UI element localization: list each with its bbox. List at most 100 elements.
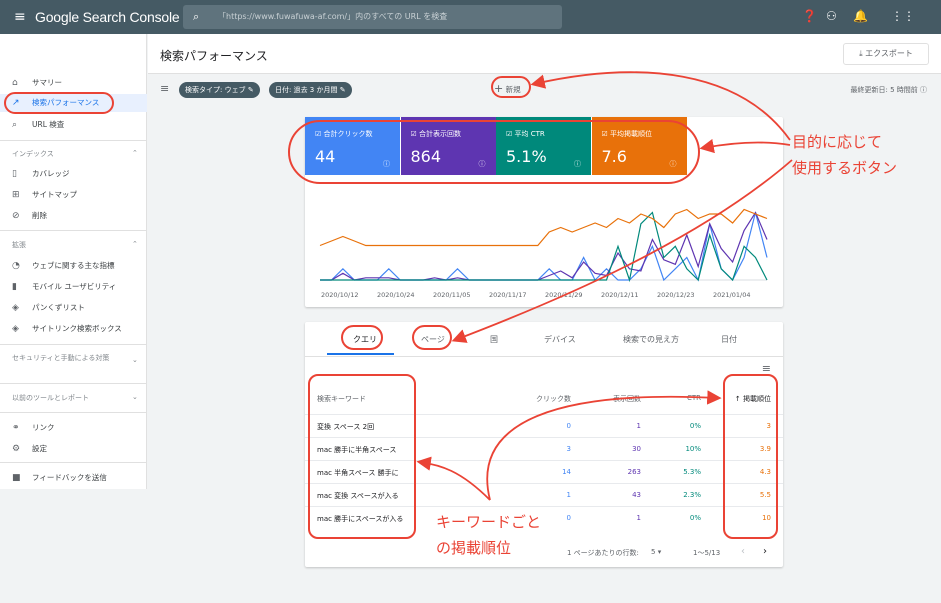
- divider: [0, 230, 147, 231]
- app-bar: ≡ Google Search Console ⌕ 「https://www.f…: [0, 0, 941, 34]
- chevron-up-icon: ⌃: [132, 240, 138, 248]
- annotation-circle-metrics: [288, 120, 700, 184]
- sidebar-item-coverage[interactable]: ▯ カバレッジ: [0, 165, 147, 183]
- sidebar-item-summary[interactable]: ⌂ サマリー: [0, 74, 147, 92]
- sidebar-item-label: カバレッジ: [32, 169, 70, 178]
- dropdown-icon: ▾: [657, 548, 662, 556]
- annotation-buttons-line1: 目的に応じて: [792, 133, 883, 151]
- section-title: セキュリティと手動による対策: [12, 354, 110, 362]
- last-updated: 最終更新日: 5 時間前 ⓘ: [851, 85, 928, 95]
- active-tab-indicator: [327, 353, 394, 355]
- chart-series-line: [320, 212, 768, 282]
- apps-icon[interactable]: ⋮⋮: [891, 9, 915, 23]
- eye-off-icon: ⊘: [12, 211, 20, 221]
- cell-clicks: 3: [566, 445, 571, 453]
- tab-device[interactable]: デバイス: [544, 334, 576, 345]
- divider: [0, 344, 147, 345]
- speed-icon: ◔: [12, 261, 20, 271]
- sidebar-item-settings[interactable]: ⚙ 設定: [0, 440, 147, 458]
- sidebar-item-label: URL 検査: [32, 120, 65, 129]
- feedback-icon: ■: [12, 473, 21, 483]
- sidebar-item-links[interactable]: ⚭ リンク: [0, 419, 147, 437]
- col-impressions[interactable]: 表示回数: [613, 394, 641, 404]
- chevron-down-icon: ⌄: [132, 393, 138, 401]
- cell-impressions: 263: [627, 468, 641, 476]
- sidebar-item-mobile[interactable]: ▮ モバイル ユーザビリティ: [0, 278, 147, 296]
- filter-icon[interactable]: ≡: [160, 82, 169, 95]
- chevron-down-icon: ⌄: [132, 356, 138, 364]
- notification-icon[interactable]: 🔔: [853, 9, 868, 23]
- date-chip[interactable]: 日付: 過去 3 か月間 ✎: [269, 82, 352, 98]
- sidebar-item-sitemap[interactable]: ⊞ サイトマップ: [0, 186, 147, 204]
- cell-ctr: 0%: [689, 422, 701, 430]
- annotation-circle-performance: [4, 92, 114, 114]
- rows-per-page-label: 1 ページあたりの行数:: [567, 549, 639, 557]
- section-title: インデックス: [12, 150, 54, 158]
- search-type-chip[interactable]: 検索タイプ: ウェブ ✎: [179, 82, 260, 98]
- cell-ctr: 10%: [685, 445, 701, 453]
- cell-impressions: 1: [636, 422, 641, 430]
- chip-label: 検索タイプ: ウェブ: [185, 86, 246, 94]
- sidebar-item-feedback[interactable]: ■ フィードバックを送信: [0, 469, 147, 487]
- tab-appearance[interactable]: 検索での見え方: [623, 334, 679, 345]
- col-clicks[interactable]: クリック数: [536, 394, 571, 404]
- sidebar-item-removals[interactable]: ⊘ 削除: [0, 207, 147, 225]
- search-icon: ⌕: [193, 10, 200, 23]
- annotation-buttons-line2: 使用するボタン: [792, 159, 898, 177]
- cell-ctr: 5.3%: [683, 468, 701, 476]
- users-icon[interactable]: ⚇: [826, 9, 837, 23]
- cell-impressions: 43: [632, 491, 641, 499]
- sidebar-item-url-inspect[interactable]: ⌕ URL 検査: [0, 116, 147, 134]
- x-tick-label: 2020/10/12: [321, 291, 358, 299]
- section-index[interactable]: インデックス ⌃: [12, 149, 138, 159]
- sidebar-item-breadcrumbs[interactable]: ◈ パンくずリスト: [0, 299, 147, 317]
- gear-icon: ⚙: [12, 444, 21, 454]
- x-tick-label: 2020/11/29: [545, 291, 582, 299]
- sidebar-item-web-vitals[interactable]: ◔ ウェブに関する主な指標: [0, 257, 147, 275]
- cell-clicks: 1: [566, 491, 571, 499]
- divider: [305, 356, 783, 357]
- sidebar-item-label: サマリー: [32, 78, 62, 87]
- chip-label: 日付: 過去 3 か月間: [275, 86, 338, 94]
- annotation-box-keywords: [308, 374, 416, 539]
- section-legacy[interactable]: 以前のツールとレポート ⌄: [12, 393, 138, 403]
- sidebar-item-label: サイトマップ: [32, 190, 77, 199]
- divider: [0, 140, 147, 141]
- annotation-kw-line1: キーワードごと: [436, 513, 542, 531]
- col-ctr[interactable]: CTR: [687, 394, 701, 402]
- x-tick-label: 2020/12/11: [601, 291, 638, 299]
- rows-per-page-value: 5: [651, 548, 656, 556]
- document-icon: ▯: [12, 169, 17, 179]
- page-header: 検索パフォーマンス ⤓ エクスポート: [148, 34, 941, 74]
- annotation-box-position: [723, 374, 778, 539]
- divider: [0, 462, 147, 463]
- tab-country[interactable]: 国: [490, 334, 498, 345]
- export-button[interactable]: ⤓ エクスポート: [843, 43, 929, 65]
- section-title: 拡張: [12, 241, 26, 249]
- sidebar-item-label: モバイル ユーザビリティ: [32, 282, 117, 291]
- annotation-kw-line2: の掲載順位: [436, 539, 512, 557]
- home-icon: ⌂: [12, 78, 18, 88]
- help-icon[interactable]: ❓: [802, 9, 817, 23]
- menu-icon[interactable]: ≡: [14, 10, 26, 24]
- next-page-icon[interactable]: ›: [763, 546, 767, 557]
- prev-page-icon[interactable]: ‹: [741, 546, 745, 557]
- sidebar-item-label: 削除: [32, 211, 47, 220]
- tab-date[interactable]: 日付: [721, 334, 737, 345]
- edit-icon: ✎: [247, 86, 254, 94]
- export-label: エクスポート: [865, 49, 913, 58]
- layers-icon: ◈: [12, 324, 19, 334]
- phone-icon: ▮: [12, 282, 17, 292]
- section-security[interactable]: セキュリティと手動による対策 ⌄: [12, 352, 138, 364]
- sitemap-icon: ⊞: [12, 190, 20, 200]
- x-tick-label: 2020/12/23: [657, 291, 694, 299]
- edit-icon: ✎: [339, 86, 346, 94]
- section-enhancements[interactable]: 拡張 ⌃: [12, 240, 138, 250]
- url-inspect-search[interactable]: ⌕ 「https://www.fuwafuwa-af.com/」内のすべての U…: [183, 5, 562, 29]
- link-icon: ⚭: [12, 423, 20, 433]
- sidebar-item-sitelinks[interactable]: ◈ サイトリンク検索ボックス: [0, 320, 147, 338]
- rows-per-page-select[interactable]: 5 ▾: [651, 548, 661, 556]
- x-tick-label: 2020/11/05: [433, 291, 470, 299]
- cell-clicks: 14: [562, 468, 571, 476]
- x-tick-label: 2021/01/04: [713, 291, 750, 299]
